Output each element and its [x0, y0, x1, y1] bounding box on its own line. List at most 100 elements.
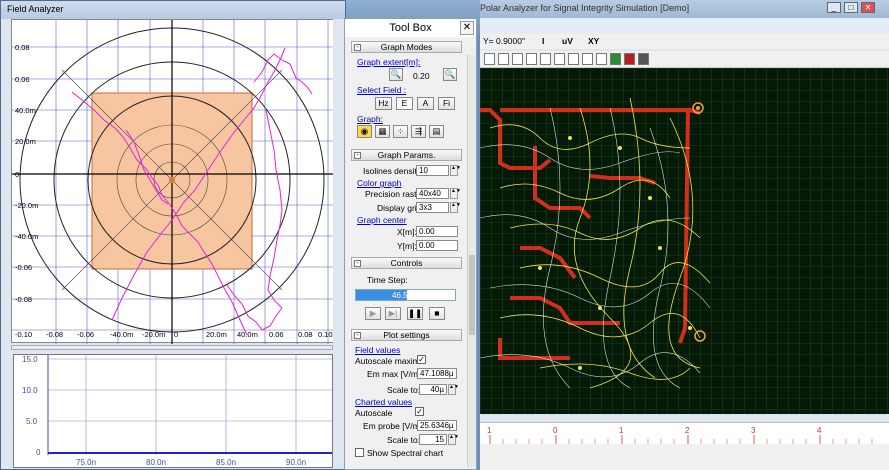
graph-type-1-button[interactable]: ◉: [357, 125, 372, 138]
field-e-button[interactable]: E: [396, 97, 413, 110]
field-values-link[interactable]: Field values: [355, 345, 400, 355]
graph-type-3-button[interactable]: ⁘: [393, 125, 408, 138]
x-tick-20m: 20.0m: [206, 330, 227, 339]
time-y-tick-0: 0: [36, 448, 41, 457]
close-window-button[interactable]: ✕: [861, 2, 875, 13]
tool-pan-icon[interactable]: [498, 53, 509, 65]
toolbox-scrollbar[interactable]: [467, 55, 476, 467]
ruler-label-3: 3: [751, 426, 756, 435]
tool-zoom-icon[interactable]: [512, 53, 523, 65]
graph-params-header[interactable]: - Graph Params.: [351, 149, 462, 161]
tool-copy-icon[interactable]: [568, 53, 579, 65]
charted-values-link[interactable]: Charted values: [355, 397, 412, 407]
tool-layer-icon[interactable]: [540, 53, 551, 65]
graph-extent-link[interactable]: Graph extent[m]:: [357, 57, 420, 67]
isolines-field[interactable]: 10: [416, 165, 449, 176]
collapse-icon[interactable]: -: [354, 260, 361, 267]
display-grid-field[interactable]: 3x3: [416, 202, 449, 213]
graph-type-2-button[interactable]: ▦: [375, 125, 390, 138]
controls-title: Controls: [390, 258, 423, 268]
field-a-button[interactable]: A: [417, 97, 434, 110]
em-probe-label: Em probe [V/m]:: [363, 421, 425, 431]
toolbox-close-button[interactable]: ✕: [460, 21, 474, 35]
spectral-label: Show Spectral chart: [367, 448, 444, 458]
isolines-spinner[interactable]: ▲▼: [450, 165, 461, 176]
y-tick-20m: 20.0m: [15, 137, 36, 146]
maximize-button[interactable]: □: [844, 2, 858, 13]
controls-header[interactable]: - Controls: [351, 257, 462, 269]
graph-type-5-button[interactable]: ▤: [429, 125, 444, 138]
autoscale-checkbox[interactable]: ✓: [415, 407, 424, 416]
pcb-window-title: Polar Analyzer for Signal Integrity Simu…: [480, 3, 690, 13]
center-x-field[interactable]: 0.00: [416, 226, 458, 237]
pcb-menu-strip: [480, 18, 889, 34]
unit-uv-dropdown[interactable]: uV: [562, 36, 573, 46]
plot-settings-header[interactable]: - Plot settings: [351, 329, 462, 341]
tool-signal-icon[interactable]: [596, 53, 607, 65]
em-probe-field[interactable]: 25.6346µ: [417, 420, 457, 431]
scale-to-spinner[interactable]: ▲▼: [448, 384, 459, 395]
precision-field[interactable]: 40x40: [416, 188, 449, 199]
graph-center-link[interactable]: Graph center: [357, 215, 407, 225]
toolbox-scroll-thumb[interactable]: [469, 255, 475, 335]
graph-link[interactable]: Graph:: [357, 114, 383, 124]
stop-button[interactable]: ■: [429, 307, 445, 320]
zoom-in-button[interactable]: 🔍: [443, 68, 457, 81]
tool-red-icon[interactable]: [624, 53, 635, 65]
scale-to-2-spinner[interactable]: ▲▼: [448, 434, 459, 445]
ruler-label-1: 1: [619, 426, 624, 435]
toolbox-title: Tool Box: [345, 19, 476, 37]
scale-to-2-field[interactable]: 15: [419, 434, 447, 445]
time-step-slider[interactable]: 46.5 - 92n: [355, 289, 456, 301]
field-fi-button[interactable]: Fi: [438, 97, 455, 110]
collapse-icon[interactable]: -: [354, 152, 361, 159]
pcb-toolbar-icons: [480, 51, 889, 68]
graph-modes-header[interactable]: - Graph Modes: [351, 41, 462, 53]
color-graph-link[interactable]: Color graph: [357, 178, 401, 188]
collapse-icon[interactable]: -: [354, 44, 361, 51]
pcb-canvas[interactable]: [479, 68, 889, 414]
surface-graph-icon: ▤: [432, 126, 441, 136]
probe-time-chart[interactable]: 15.0 10.0 5.0 0 75.0n 80.0n 85.0n 90.0n: [13, 354, 333, 468]
graph-extent-value: 0.20: [413, 71, 430, 81]
horizontal-ruler: 1 0 1 2 3 4: [480, 422, 889, 444]
plot-settings-title: Plot settings: [383, 330, 430, 340]
scale-to-field[interactable]: 40µ: [419, 384, 447, 395]
tool-probe-icon[interactable]: [554, 53, 565, 65]
ruler-label-4: 4: [817, 426, 822, 435]
tool-paste-icon[interactable]: [582, 53, 593, 65]
graph-type-4-button[interactable]: ⇶: [411, 125, 426, 138]
collapse-icon[interactable]: -: [354, 332, 361, 339]
center-y-field[interactable]: 0.00: [416, 240, 458, 251]
unit-i-dropdown[interactable]: I: [542, 36, 544, 46]
pcb-viewer-window: Polar Analyzer for Signal Integrity Simu…: [479, 0, 889, 470]
tool-grid-icon[interactable]: [638, 53, 649, 65]
pane-splitter[interactable]: [11, 345, 333, 350]
spectral-checkbox[interactable]: [355, 448, 364, 457]
zoom-out-icon: 🔍: [390, 69, 402, 79]
x-tick-40m: 40.0m: [237, 330, 258, 339]
polar-field-plot[interactable]: 0.08 0.06 40.0m 20.0m 0 -20.0m -40.0m -0…: [11, 19, 335, 344]
display-grid-spinner[interactable]: ▲▼: [450, 202, 461, 213]
hatch-graph-icon: ▦: [378, 126, 387, 136]
step-forward-button[interactable]: ▶|: [385, 307, 401, 320]
minimize-button[interactable]: _: [827, 2, 841, 13]
play-button[interactable]: ▶: [365, 307, 381, 320]
time-y-tick-5: 5.0: [26, 417, 38, 426]
isoline-graph-icon: ◉: [360, 126, 369, 136]
tool-measure-icon[interactable]: [526, 53, 537, 65]
field-hz-button[interactable]: Hz: [375, 97, 392, 110]
autoscale-maximal-checkbox[interactable]: ✓: [417, 355, 426, 364]
tool-green-icon[interactable]: [610, 53, 621, 65]
time-x-tick-90n: 90.0n: [286, 458, 306, 467]
zoom-out-button[interactable]: 🔍: [389, 68, 403, 81]
tool-select-icon[interactable]: [484, 53, 495, 65]
precision-spinner[interactable]: ▲▼: [450, 188, 461, 199]
em-max-field[interactable]: 47.1088µ: [417, 368, 457, 379]
x-tick-0-06: 0.06: [269, 330, 284, 339]
autoscale-maximal-label: Autoscale maximal: [355, 356, 427, 366]
select-field-link[interactable]: Select Field :: [357, 85, 406, 95]
pause-button[interactable]: ❚❚: [407, 307, 423, 320]
unit-xy-dropdown[interactable]: XY: [588, 36, 599, 46]
vector-graph-icon: ⇶: [414, 126, 423, 136]
